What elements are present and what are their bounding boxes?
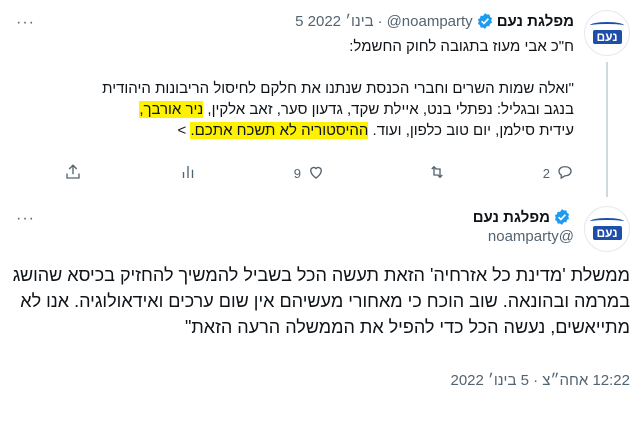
thread-line xyxy=(606,62,608,197)
highlight: ההיסטוריה לא תשכח אתכם. xyxy=(190,122,369,139)
tweet-actions: 9 2 xyxy=(64,162,574,184)
more-options-icon[interactable]: ··· xyxy=(16,14,35,32)
tweet-date[interactable]: 5 בינו׳ 2022 xyxy=(295,13,373,30)
quote-text: > xyxy=(177,122,191,139)
more-options-icon[interactable]: ··· xyxy=(16,210,35,228)
logo-text: נעם xyxy=(592,30,622,44)
quote-line-3: עידית סילמן, יום טוב כלפון, ועוד. ההיסטו… xyxy=(14,120,574,141)
author-name[interactable]: מפלגת נעם xyxy=(473,209,550,226)
retweet-icon xyxy=(428,163,446,184)
author-handle[interactable]: @noamparty xyxy=(473,228,574,245)
tweet-1: נעם מפלגת נעם @noamparty · 5 בינו׳ 2022 … xyxy=(0,0,640,197)
analytics-button[interactable] xyxy=(179,163,197,184)
separator: · xyxy=(377,12,383,30)
tweet-header: מפלגת נעם @noamparty · 5 בינו׳ 2022 xyxy=(295,12,574,30)
logo-text: נעם xyxy=(592,226,622,240)
quote-line-2: בנגב ובגליל: נפתלי בנט, איילת שקד, גדעון… xyxy=(14,99,574,120)
logo-wave xyxy=(590,22,624,29)
like-icon xyxy=(307,163,325,184)
tweet-body: ממשלת 'מדינת כל אזרחיה' הזאת תעשה הכל בש… xyxy=(12,265,630,337)
like-count: 9 xyxy=(293,165,301,181)
verified-badge-icon xyxy=(553,208,571,226)
retweet-button[interactable] xyxy=(422,163,446,184)
logo-wave xyxy=(590,218,624,225)
quote-text: עידית סילמן, יום טוב כלפון, ועוד. xyxy=(368,122,574,139)
avatar[interactable]: נעם xyxy=(584,206,630,252)
like-button[interactable]: 9 xyxy=(294,163,325,184)
quote-text: בנגב ובגליל: נפתלי בנט, איילת שקד, גדעון… xyxy=(203,101,574,118)
tweet-timestamp[interactable]: 12:22 אחה״צ · 5 בינו׳ 2022 xyxy=(451,372,631,389)
author-name[interactable]: מפלגת נעם xyxy=(497,13,574,30)
author-handle[interactable]: @noamparty xyxy=(387,13,473,30)
reply-button[interactable]: 2 xyxy=(543,163,574,184)
tweet-intro: ח"כ אבי מעוז בתגובה לחוק החשמל: xyxy=(349,38,574,55)
avatar[interactable]: נעם xyxy=(584,10,630,56)
tweet-header: מפלגת נעם @noamparty xyxy=(473,208,574,246)
share-icon xyxy=(64,163,82,184)
quote-line-1: "ואלה שמות השרים וחברי הכנסת שנתנו את חל… xyxy=(102,80,574,97)
analytics-icon xyxy=(179,163,197,184)
reply-icon xyxy=(556,163,574,184)
tweet-body: ח"כ אבי מעוז בתגובה לחוק החשמל: "ואלה שמ… xyxy=(14,36,574,141)
share-button[interactable] xyxy=(64,163,82,184)
reply-count: 2 xyxy=(542,165,550,181)
verified-badge-icon xyxy=(476,12,494,30)
highlight: ניר אורבך, xyxy=(139,101,204,118)
